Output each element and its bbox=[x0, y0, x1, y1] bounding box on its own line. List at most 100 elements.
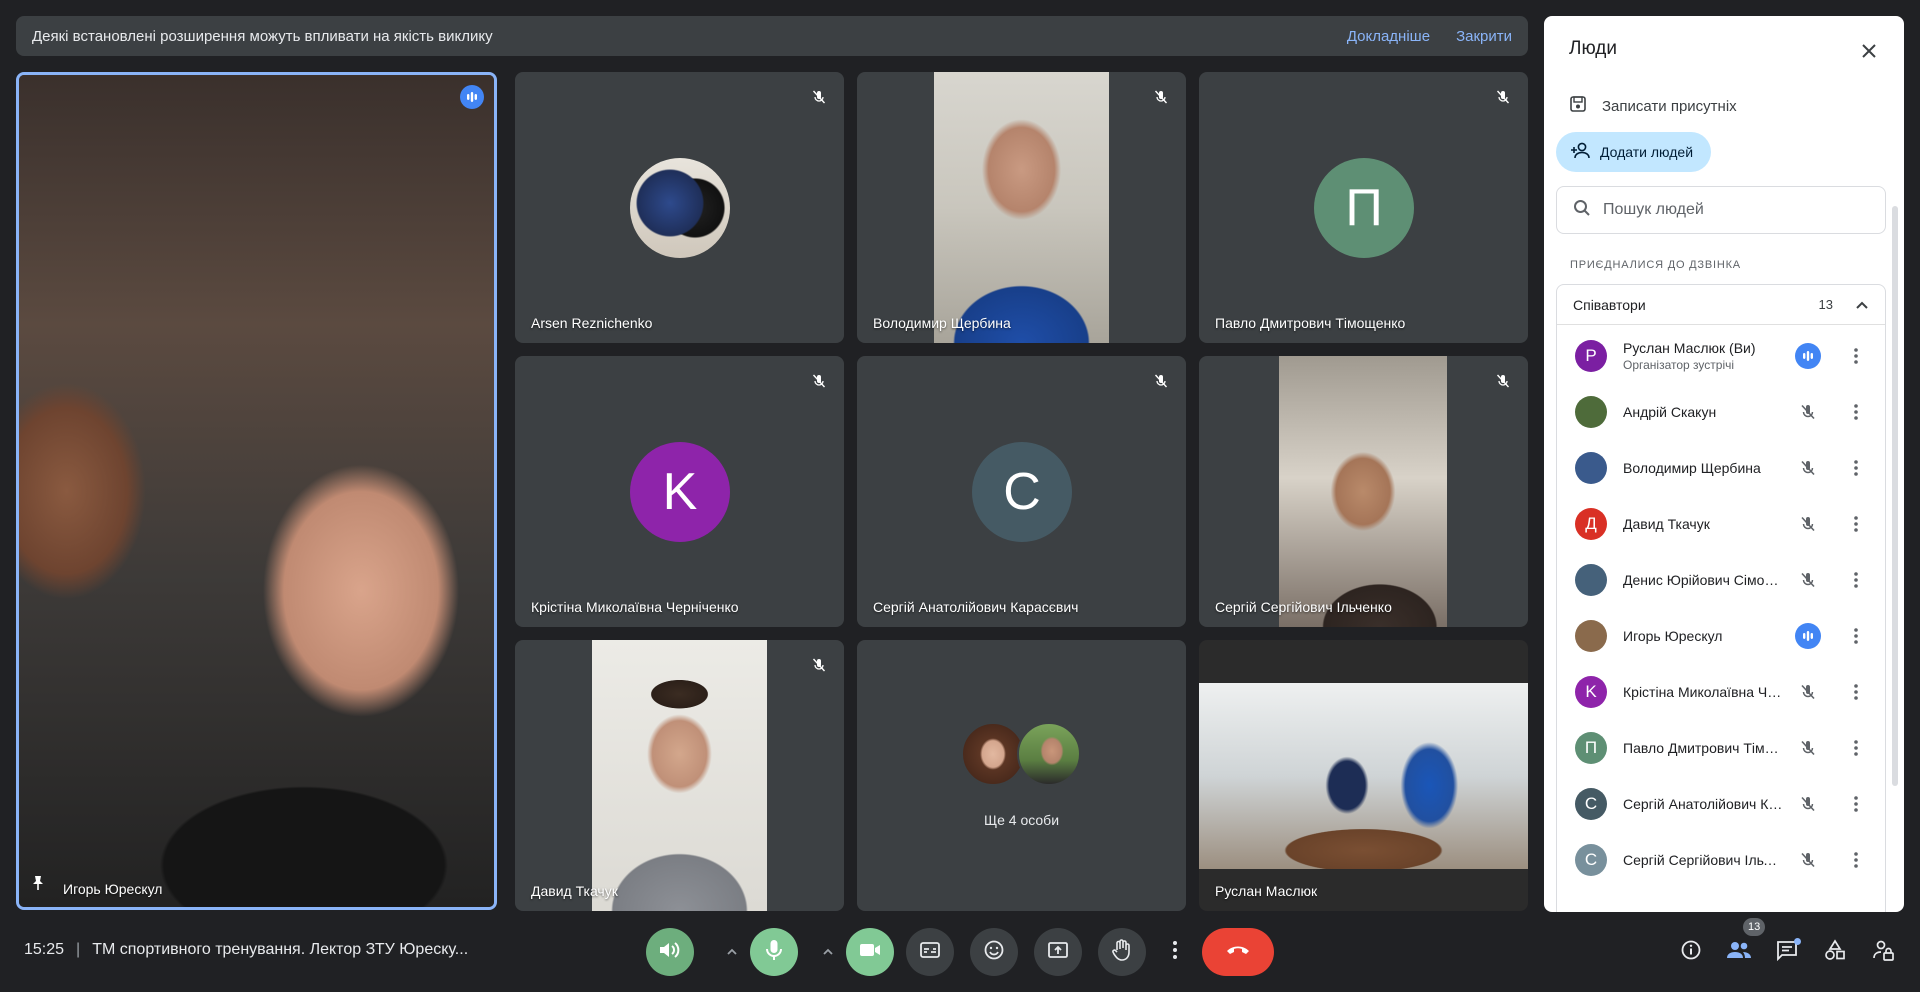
muted-mic-icon[interactable] bbox=[1795, 735, 1821, 761]
unread-dot bbox=[1794, 938, 1801, 945]
participant-list-item[interactable]: Д Давид Ткачук bbox=[1557, 496, 1887, 552]
muted-mic-icon[interactable] bbox=[1795, 455, 1821, 481]
host-controls-button[interactable] bbox=[1869, 938, 1897, 966]
participant-list-item[interactable]: K Крістіна Миколаївна Черніченко bbox=[1557, 664, 1887, 720]
avatar: Д bbox=[1575, 508, 1607, 540]
participant-name: Сергій Анатолійович Карасєвич bbox=[873, 599, 1079, 615]
speaking-indicator-icon[interactable] bbox=[1795, 343, 1821, 369]
clock-time: 15:25 bbox=[24, 941, 65, 958]
more-options-button[interactable] bbox=[1162, 928, 1188, 976]
participant-list-item[interactable]: Р Руслан Маслюк (Ви) Організатор зустрічі bbox=[1557, 328, 1887, 384]
participant-list-item[interactable]: Денис Юрійович Сімоненко bbox=[1557, 552, 1887, 608]
chevron-up-icon[interactable] bbox=[1855, 297, 1869, 313]
muted-mic-icon bbox=[808, 654, 830, 676]
participant-tile[interactable]: K Крістіна Миколаївна Черніченко bbox=[515, 356, 844, 627]
meeting-title: ТМ спортивного тренування. Лектор ЗТУ Юр… bbox=[92, 941, 469, 958]
camera-options-chevron-icon[interactable] bbox=[816, 940, 840, 964]
camera-button[interactable] bbox=[846, 928, 894, 976]
group-header[interactable]: Співавтори 13 bbox=[1557, 285, 1885, 325]
participant-letter-avatar: П bbox=[1314, 158, 1414, 258]
participant-name: Павло Дмитрович Тімощенко bbox=[1215, 315, 1406, 331]
avatar: C bbox=[1575, 788, 1607, 820]
activities-button[interactable] bbox=[1821, 938, 1849, 966]
participant-photo-avatar bbox=[630, 158, 730, 258]
add-people-button[interactable]: Додати людей bbox=[1556, 132, 1712, 172]
people-button[interactable] bbox=[1725, 938, 1753, 966]
participant-list-item[interactable]: Андрій Скакун bbox=[1557, 384, 1887, 440]
microphone-button[interactable] bbox=[750, 928, 798, 976]
hang-up-icon bbox=[1225, 943, 1251, 962]
scrollbar[interactable] bbox=[1892, 206, 1898, 786]
search-people-field[interactable] bbox=[1556, 186, 1886, 234]
pin-icon[interactable] bbox=[29, 874, 47, 897]
participant-name-text: Павло Дмитрович Тімощенко bbox=[1623, 740, 1783, 756]
muted-mic-icon[interactable] bbox=[1795, 511, 1821, 537]
close-banner-link[interactable]: Закрити bbox=[1456, 28, 1512, 45]
participant-tile[interactable]: Сергій Сергійович Ільченко bbox=[1199, 356, 1528, 627]
chat-button[interactable] bbox=[1773, 938, 1801, 966]
search-input[interactable] bbox=[1603, 201, 1863, 219]
muted-mic-icon bbox=[1492, 86, 1514, 108]
participant-tile[interactable]: Руслан Маслюк bbox=[1199, 640, 1528, 911]
group-name: Співавтори bbox=[1573, 296, 1646, 313]
participant-name-text: Денис Юрійович Сімоненко bbox=[1623, 572, 1783, 588]
participant-list-item[interactable]: П Павло Дмитрович Тімощенко bbox=[1557, 720, 1887, 776]
muted-mic-icon[interactable] bbox=[1795, 791, 1821, 817]
participant-list-item[interactable]: Володимир Щербина bbox=[1557, 440, 1887, 496]
search-icon bbox=[1573, 199, 1591, 222]
meeting-details-button[interactable] bbox=[1677, 938, 1705, 966]
more-vert-icon[interactable] bbox=[1843, 847, 1869, 873]
participant-photo-avatar bbox=[1017, 722, 1081, 786]
reactions-button[interactable] bbox=[970, 928, 1018, 976]
close-icon[interactable] bbox=[1854, 36, 1884, 66]
more-vert-icon[interactable] bbox=[1843, 679, 1869, 705]
participant-name-text: Крістіна Миколаївна Черніченко bbox=[1623, 684, 1783, 700]
participant-tile[interactable]: П Павло Дмитрович Тімощенко bbox=[1199, 72, 1528, 343]
video-feed bbox=[934, 72, 1109, 343]
emoji-icon bbox=[983, 939, 1005, 966]
participant-name-text: Руслан Маслюк (Ви) bbox=[1623, 340, 1756, 356]
participant-tile[interactable]: Давид Ткачук bbox=[515, 640, 844, 911]
more-vert-icon[interactable] bbox=[1843, 735, 1869, 761]
more-vert-icon[interactable] bbox=[1843, 399, 1869, 425]
participant-list-item[interactable]: C Сергій Сергійович Ільченко bbox=[1557, 832, 1887, 888]
participant-list-item[interactable]: C Сергій Анатолійович Карасєвич bbox=[1557, 776, 1887, 832]
participant-name: Сергій Сергійович Ільченко bbox=[1215, 599, 1392, 615]
more-vert-icon[interactable] bbox=[1843, 567, 1869, 593]
audio-output-button[interactable] bbox=[646, 928, 694, 976]
more-vert-icon[interactable] bbox=[1843, 455, 1869, 481]
leave-call-button[interactable] bbox=[1202, 928, 1274, 976]
muted-mic-icon[interactable] bbox=[1795, 399, 1821, 425]
speaking-indicator-icon bbox=[460, 85, 484, 109]
raise-hand-button[interactable] bbox=[1098, 928, 1146, 976]
participant-tile[interactable]: C Сергій Анатолійович Карасєвич bbox=[857, 356, 1186, 627]
muted-mic-icon[interactable] bbox=[1795, 847, 1821, 873]
participant-name: Крістіна Миколаївна Черніченко bbox=[531, 599, 739, 615]
more-vert-icon[interactable] bbox=[1843, 623, 1869, 649]
more-vert-icon[interactable] bbox=[1843, 791, 1869, 817]
avatar bbox=[1575, 396, 1607, 428]
participant-name: Arsen Reznichenko bbox=[531, 315, 653, 331]
participant-tile[interactable]: Arsen Reznichenko bbox=[515, 72, 844, 343]
muted-mic-icon[interactable] bbox=[1795, 679, 1821, 705]
video-feed bbox=[19, 75, 494, 907]
speaking-indicator-icon[interactable] bbox=[1795, 623, 1821, 649]
mic-options-chevron-icon[interactable] bbox=[720, 940, 744, 964]
participant-list-item[interactable]: Игорь Юрескул bbox=[1557, 608, 1887, 664]
captions-button[interactable] bbox=[906, 928, 954, 976]
record-attendance-button[interactable]: Записати присутніх bbox=[1568, 94, 1737, 118]
add-person-icon bbox=[1570, 141, 1592, 164]
participant-tile[interactable]: Володимир Щербина bbox=[857, 72, 1186, 343]
more-vert-icon[interactable] bbox=[1843, 343, 1869, 369]
muted-mic-icon[interactable] bbox=[1795, 567, 1821, 593]
main-video-tile[interactable]: Игорь Юрескул bbox=[16, 72, 497, 910]
participant-name: Денис Юрійович Сімоненко bbox=[1623, 572, 1783, 588]
info-icon bbox=[1680, 939, 1702, 966]
more-vert-icon[interactable] bbox=[1843, 511, 1869, 537]
panel-title: Люди bbox=[1569, 38, 1618, 59]
more-participants-tile[interactable]: Ще 4 особи bbox=[857, 640, 1186, 911]
present-screen-button[interactable] bbox=[1034, 928, 1082, 976]
participant-photo-avatar bbox=[961, 722, 1025, 786]
learn-more-link[interactable]: Докладніше bbox=[1347, 28, 1430, 45]
avatar: Р bbox=[1575, 340, 1607, 372]
